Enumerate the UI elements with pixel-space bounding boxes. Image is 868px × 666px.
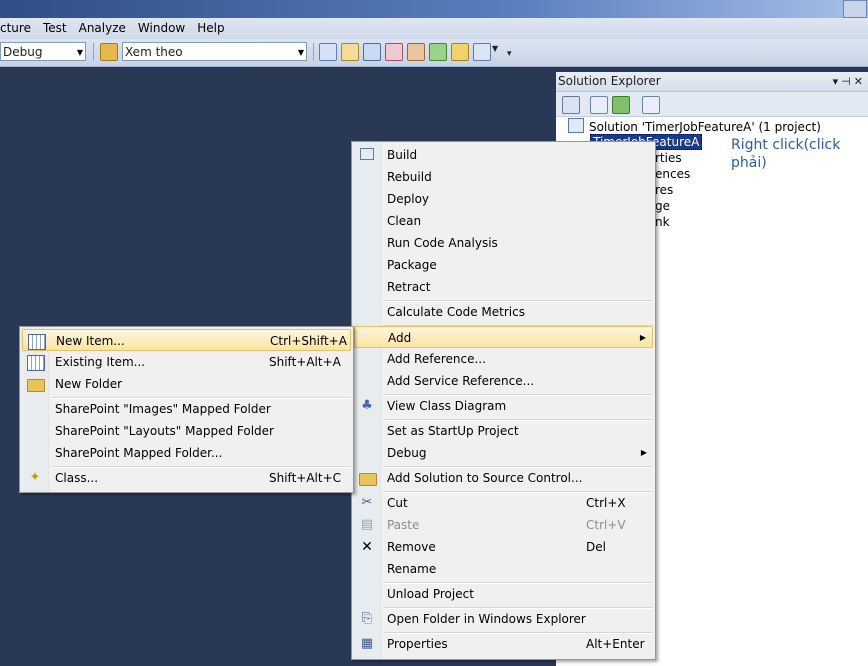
menu-item-class[interactable]: ✦ Class... Shift+Alt+C bbox=[22, 467, 351, 489]
menu-item-sp-images-folder[interactable]: SharePoint "Images" Mapped Folder bbox=[22, 398, 351, 420]
tree-item-properties[interactable]: rties bbox=[655, 150, 682, 166]
menu-architecture[interactable]: cture bbox=[0, 18, 37, 39]
menu-item-unload-project[interactable]: Unload Project bbox=[354, 583, 653, 605]
existing-item-icon bbox=[27, 355, 45, 371]
properties-icon[interactable] bbox=[590, 96, 608, 114]
menu-item-remove[interactable]: ✕ Remove Del bbox=[354, 536, 653, 558]
solution-explorer-icon[interactable] bbox=[363, 43, 381, 61]
tree-item-features[interactable]: res bbox=[655, 182, 673, 198]
solution-explorer-toolbar bbox=[556, 92, 868, 117]
toolbar-separator bbox=[93, 43, 94, 61]
menu-item-build[interactable]: Build bbox=[354, 144, 653, 166]
menu-analyze[interactable]: Analyze bbox=[73, 18, 132, 39]
paste-icon: ▤ bbox=[360, 517, 374, 532]
chevron-down-icon[interactable]: ▼ bbox=[77, 43, 83, 62]
view-class-diagram-icon[interactable] bbox=[642, 96, 660, 114]
minimize-button[interactable] bbox=[843, 0, 867, 18]
tree-item-key[interactable]: nk bbox=[655, 214, 670, 230]
menu-item-add-to-source-control[interactable]: Add Solution to Source Control... bbox=[354, 467, 653, 489]
solution-icon bbox=[568, 118, 584, 133]
show-all-files-icon[interactable] bbox=[562, 96, 580, 114]
add-submenu: New Item... Ctrl+Shift+A Existing Item..… bbox=[19, 326, 354, 493]
extension-manager-icon[interactable] bbox=[451, 43, 469, 61]
comment-icon[interactable] bbox=[319, 43, 337, 61]
menu-item-set-startup-project[interactable]: Set as StartUp Project bbox=[354, 420, 653, 442]
menu-item-view-class-diagram[interactable]: ♣ View Class Diagram bbox=[354, 395, 653, 417]
chevron-down-icon[interactable]: ▼ bbox=[492, 44, 498, 53]
menu-item-rebuild[interactable]: Rebuild bbox=[354, 166, 653, 188]
solution-explorer-header: Solution Explorer ▾⊣✕ bbox=[556, 72, 868, 92]
menu-item-debug[interactable]: Debug ▶ bbox=[354, 442, 653, 464]
open-folder-icon: ⎘ bbox=[361, 611, 373, 626]
menu-item-deploy[interactable]: Deploy bbox=[354, 188, 653, 210]
build-icon bbox=[359, 148, 375, 162]
menu-item-open-folder[interactable]: ⎘ Open Folder in Windows Explorer bbox=[354, 608, 653, 630]
menu-item-new-folder[interactable]: New Folder bbox=[22, 373, 351, 395]
menu-item-add-service-reference[interactable]: Add Service Reference... bbox=[354, 370, 653, 392]
menu-item-rename[interactable]: Rename bbox=[354, 558, 653, 580]
close-icon[interactable]: ✕ bbox=[854, 75, 866, 88]
submenu-arrow-icon: ▶ bbox=[639, 333, 646, 342]
menu-item-cut[interactable]: ✂ Cut Ctrl+X bbox=[354, 492, 653, 514]
annotation-text: Right click(click phải) bbox=[731, 137, 841, 171]
menu-item-run-code-analysis[interactable]: Run Code Analysis bbox=[354, 232, 653, 254]
object-browser-icon[interactable] bbox=[385, 43, 403, 61]
tree-solution-label: Solution 'TimerJobFeatureA' (1 project) bbox=[589, 120, 821, 134]
source-control-folder-icon bbox=[359, 473, 377, 486]
find-in-files-icon[interactable] bbox=[100, 43, 118, 61]
properties-icon: ▦ bbox=[360, 636, 374, 651]
refresh-icon[interactable] bbox=[612, 96, 630, 114]
solution-explorer-title: Solution Explorer bbox=[558, 74, 661, 88]
toolbar-overflow-icon[interactable]: ▾ bbox=[507, 49, 512, 59]
menu-window[interactable]: Window bbox=[132, 18, 191, 39]
menu-item-clean[interactable]: Clean bbox=[354, 210, 653, 232]
menu-bar: cture Test Analyze Window Help bbox=[0, 18, 868, 39]
toolbox-icon[interactable] bbox=[407, 43, 425, 61]
menu-help[interactable]: Help bbox=[191, 18, 230, 39]
find-combo-value: Xem theo bbox=[125, 45, 183, 59]
menu-item-new-item[interactable]: New Item... Ctrl+Shift+A bbox=[22, 329, 351, 351]
remove-x-icon: ✕ bbox=[361, 539, 373, 555]
class-diagram-icon: ♣ bbox=[361, 398, 373, 413]
submenu-arrow-icon: ▶ bbox=[640, 448, 647, 457]
project-context-menu: Build Rebuild Deploy Clean Run Code Anal… bbox=[351, 141, 656, 660]
menu-item-paste[interactable]: ▤ Paste Ctrl+V bbox=[354, 514, 653, 536]
menu-item-sp-layouts-folder[interactable]: SharePoint "Layouts" Mapped Folder bbox=[22, 420, 351, 442]
find-combo[interactable]: Xem theo ▼ bbox=[122, 42, 307, 61]
chevron-down-icon[interactable]: ▼ bbox=[298, 43, 304, 62]
folder-icon bbox=[27, 379, 45, 392]
solution-configuration-combo[interactable]: Debug ▼ bbox=[0, 42, 86, 61]
menu-item-add[interactable]: Add ▶ bbox=[354, 326, 653, 348]
menu-item-add-reference[interactable]: Add Reference... bbox=[354, 348, 653, 370]
tree-solution-node[interactable]: Solution 'TimerJobFeatureA' (1 project) bbox=[568, 118, 821, 135]
toolbar-separator bbox=[313, 43, 314, 61]
properties-icon[interactable] bbox=[341, 43, 359, 61]
new-item-icon bbox=[28, 334, 46, 350]
pin-icon[interactable]: ⊣ bbox=[841, 75, 854, 88]
menu-item-existing-item[interactable]: Existing Item... Shift+Alt+A bbox=[22, 351, 351, 373]
menu-item-properties[interactable]: ▦ Properties Alt+Enter bbox=[354, 633, 653, 655]
start-page-icon[interactable] bbox=[429, 43, 447, 61]
menu-item-package[interactable]: Package bbox=[354, 254, 653, 276]
menu-item-retract[interactable]: Retract bbox=[354, 276, 653, 298]
menu-item-sp-mapped-folder[interactable]: SharePoint Mapped Folder... bbox=[22, 442, 351, 464]
command-window-icon[interactable] bbox=[473, 43, 491, 61]
class-icon: ✦ bbox=[29, 470, 41, 485]
dropdown-icon[interactable]: ▾ bbox=[833, 75, 842, 88]
menu-item-calculate-code-metrics[interactable]: Calculate Code Metrics bbox=[354, 301, 653, 323]
tree-item-package[interactable]: ge bbox=[655, 198, 670, 214]
scissors-icon: ✂ bbox=[361, 495, 373, 510]
tree-item-references[interactable]: ences bbox=[655, 166, 690, 182]
window-title-bar bbox=[0, 0, 868, 18]
standard-toolbar: Debug ▼ Xem theo ▼ ▼ ▾ bbox=[0, 39, 868, 67]
solution-configuration-value: Debug bbox=[3, 45, 43, 59]
menu-test[interactable]: Test bbox=[37, 18, 73, 39]
